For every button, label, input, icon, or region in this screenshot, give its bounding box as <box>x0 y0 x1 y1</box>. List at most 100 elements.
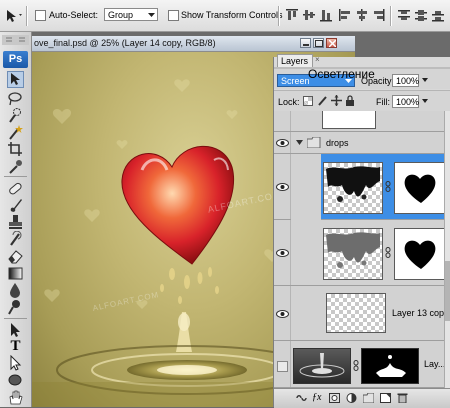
align-vertical-center-icon[interactable] <box>302 8 316 22</box>
quick-selection-tool-icon[interactable] <box>7 107 24 124</box>
crop-tool-icon[interactable] <box>7 141 24 158</box>
opacity-input[interactable]: 100% <box>392 74 419 87</box>
distribute-center-icon[interactable] <box>414 8 428 22</box>
align-bottom-icon[interactable] <box>319 8 333 22</box>
eyedropper-tool-icon[interactable] <box>7 158 24 175</box>
auto-select-dropdown[interactable]: Group <box>104 8 158 21</box>
gradient-tool-icon[interactable] <box>7 265 24 282</box>
separator <box>278 6 280 26</box>
layer-thumbnail <box>322 111 376 129</box>
separator <box>26 6 28 26</box>
new-layer-icon[interactable] <box>380 393 391 403</box>
layer-mask-thumbnail[interactable] <box>394 162 444 214</box>
document-title-bar[interactable]: ove_final.psd @ 25% (Layer 14 copy, RGB/… <box>32 36 355 52</box>
separator <box>390 6 392 26</box>
drops-thumbnail-art <box>326 232 380 268</box>
photoshop-logo: Ps <box>3 51 28 68</box>
layers-panel: Layers × Screen Осветление Opacity: 100%… <box>273 54 450 408</box>
lock-transparency-icon[interactable] <box>303 96 313 106</box>
brush-tool-icon[interactable] <box>7 197 24 214</box>
type-tool-icon[interactable]: T <box>7 338 24 355</box>
close-icon <box>329 40 336 47</box>
align-horizontal-center-icon[interactable] <box>355 8 369 22</box>
lock-all-icon[interactable] <box>345 95 355 106</box>
opacity-slider-arrow-icon[interactable] <box>422 78 428 82</box>
indent-spacer <box>291 154 321 220</box>
delete-layer-icon[interactable] <box>397 393 408 403</box>
visibility-toggle[interactable] <box>274 154 291 219</box>
maximize-button[interactable] <box>313 38 324 48</box>
mask-link-icon[interactable] <box>385 247 391 258</box>
toolbox-separator <box>4 318 27 319</box>
clone-stamp-tool-icon[interactable] <box>7 214 24 231</box>
heart-mask-icon <box>404 174 436 203</box>
layer-mask-thumbnail[interactable] <box>361 348 419 384</box>
history-brush-tool-icon[interactable] <box>7 231 24 248</box>
healing-brush-tool-icon[interactable] <box>7 180 24 197</box>
move-tool-icon[interactable] <box>7 71 24 88</box>
scrollbar-thumb[interactable] <box>445 261 450 321</box>
eye-icon <box>276 183 289 191</box>
layer-name: Layer 13 cop... <box>392 308 444 318</box>
close-button[interactable] <box>326 38 337 48</box>
path-selection-tool-icon[interactable] <box>7 322 24 339</box>
new-group-icon[interactable] <box>363 393 374 403</box>
fill-input[interactable]: 100% <box>392 95 419 108</box>
folder-icon <box>307 137 321 148</box>
layer-row[interactable]: Lay... <box>274 341 444 388</box>
dodge-tool-icon[interactable] <box>7 299 24 316</box>
layer-row[interactable]: Layer 13 cop... <box>274 286 444 341</box>
layers-bottom-bar: ƒx <box>274 388 450 408</box>
tab-close-icon[interactable]: × <box>315 55 320 64</box>
visibility-toggle[interactable] <box>274 111 291 131</box>
move-tool-preset-icon[interactable] <box>4 8 24 24</box>
visibility-toggle[interactable] <box>274 286 291 340</box>
layer-mask-thumbnail[interactable] <box>394 228 444 280</box>
hand-tool-icon[interactable] <box>7 389 24 406</box>
lock-label: Lock: <box>278 97 300 107</box>
visibility-toggle[interactable] <box>274 132 291 153</box>
layer-row[interactable] <box>274 220 444 286</box>
toolbox-separator <box>4 176 27 177</box>
group-expand-icon[interactable] <box>296 140 303 146</box>
fill-label: Fill: <box>376 97 390 107</box>
distribute-bottom-icon[interactable] <box>431 8 445 22</box>
layer-row-selected[interactable] <box>274 154 444 220</box>
visibility-toggle[interactable] <box>274 220 291 285</box>
align-left-icon[interactable] <box>338 8 352 22</box>
fill-slider-arrow-icon[interactable] <box>422 99 428 103</box>
toolbox-grip-icon[interactable] <box>2 35 29 45</box>
options-bar: Auto-Select: Group Show Transform Contro… <box>0 0 450 32</box>
auto-select-checkbox[interactable] <box>35 10 46 21</box>
mask-link-icon[interactable] <box>385 181 391 192</box>
blur-tool-icon[interactable] <box>7 282 24 299</box>
link-layers-icon[interactable] <box>296 393 307 403</box>
tab-layers[interactable]: Layers <box>277 54 313 67</box>
layer-list-scrollbar[interactable] <box>444 111 450 388</box>
lock-pixels-icon[interactable] <box>317 95 328 106</box>
eraser-tool-icon[interactable] <box>7 248 24 265</box>
distribute-top-icon[interactable] <box>397 8 411 22</box>
tab-layers-label: Layers <box>281 56 309 66</box>
visibility-toggle[interactable] <box>274 341 291 387</box>
adjustment-layer-icon[interactable] <box>346 393 357 403</box>
layer-row[interactable] <box>274 111 444 132</box>
layer-list: drops Layer 13 cop Lay... <box>274 111 444 388</box>
layer-style-icon[interactable]: ƒx <box>312 393 323 403</box>
show-transform-checkbox[interactable] <box>168 10 179 21</box>
lasso-tool-icon[interactable] <box>7 90 24 107</box>
minimize-button[interactable] <box>300 38 311 48</box>
direct-selection-tool-icon[interactable] <box>7 355 24 372</box>
layer-name: Lay... <box>424 359 444 369</box>
visibility-off-box <box>277 361 288 372</box>
add-mask-icon[interactable] <box>329 393 340 403</box>
align-right-icon[interactable] <box>372 8 386 22</box>
magic-wand-tool-icon[interactable] <box>7 124 24 141</box>
mask-link-icon[interactable] <box>353 360 359 371</box>
align-top-icon[interactable] <box>285 8 299 22</box>
auto-select-value: Group <box>108 10 134 20</box>
layer-group-row[interactable]: drops <box>274 132 444 154</box>
opacity-value: 100% <box>396 76 420 86</box>
lock-position-icon[interactable] <box>331 95 342 106</box>
shape-tool-icon[interactable] <box>7 372 24 389</box>
